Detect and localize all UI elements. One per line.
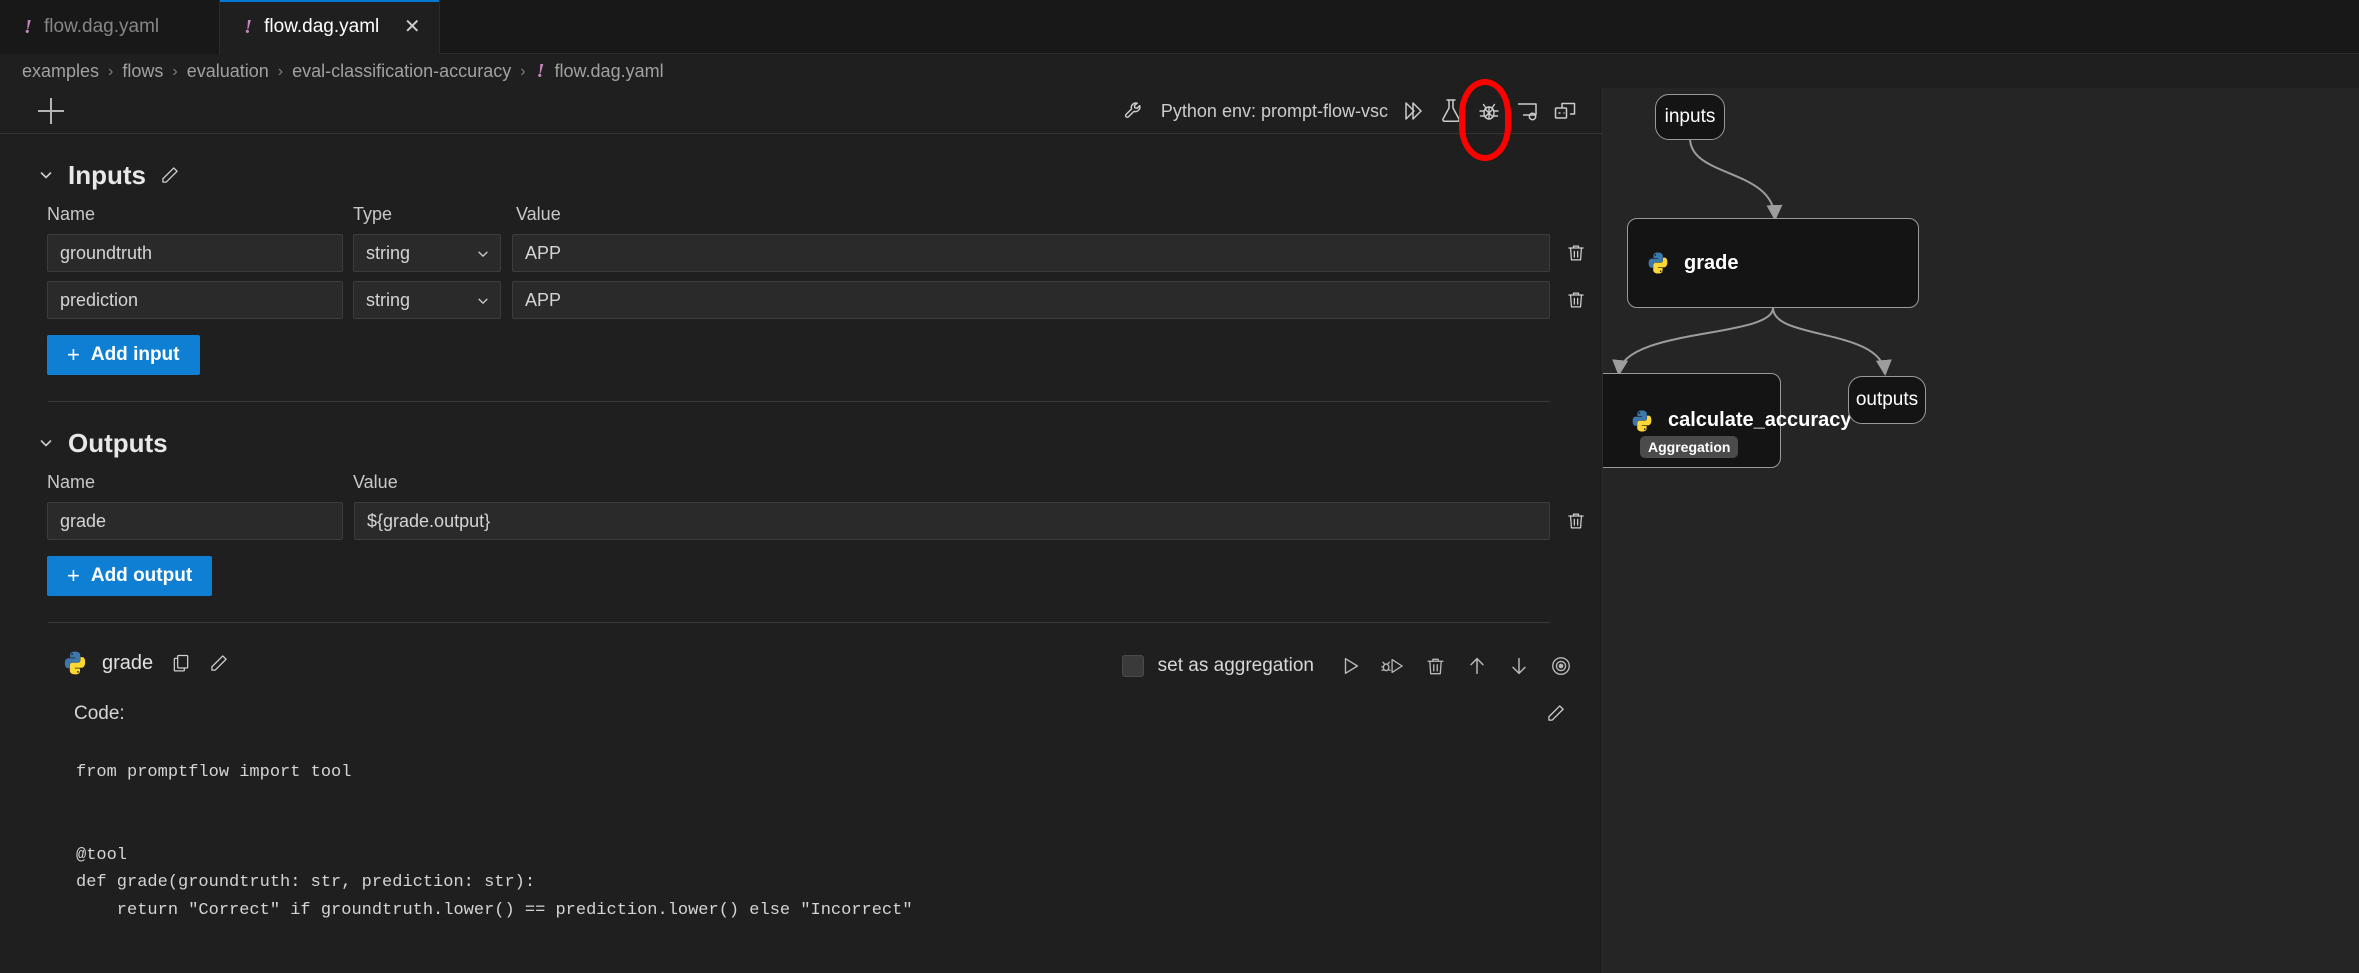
node-editor-header: grade set as aggregation — [0, 623, 1602, 677]
code-label: Code: — [74, 703, 125, 724]
output-name-field-grade[interactable] — [47, 502, 343, 540]
inputs-row: string — [0, 234, 1602, 272]
inputs-col-name: Name — [47, 204, 353, 225]
input-value-field-prediction[interactable] — [512, 281, 1550, 319]
graph-node-label: calculate_accuracy — [1668, 409, 1851, 432]
close-icon[interactable]: ✕ — [401, 17, 423, 37]
input-type-select-wrap-groundtruth: string — [353, 234, 501, 272]
plus-icon: + — [67, 565, 80, 587]
plus-icon: + — [67, 344, 80, 366]
flow-form-panel: Python env: prompt-flow-vsc — [0, 88, 1602, 973]
flow-graph-panel[interactable]: inputs grade calculate — [1602, 88, 2359, 973]
graph-node-inputs[interactable]: inputs — [1655, 94, 1725, 140]
trash-icon[interactable] — [1550, 243, 1602, 263]
inputs-column-headers: Name Type Value — [0, 204, 1602, 225]
pencil-icon[interactable] — [1546, 703, 1566, 729]
editor-tab-bar: ! flow.dag.yaml ✕ ! flow.dag.yaml ✕ — [0, 0, 2359, 54]
input-value-field-groundtruth[interactable] — [512, 234, 1550, 272]
set-as-aggregation-label: set as aggregation — [1158, 655, 1314, 677]
inputs-col-type: Type — [353, 204, 516, 225]
chevron-right-icon: › — [520, 63, 525, 81]
chevron-right-icon: › — [278, 63, 283, 81]
input-type-select-prediction[interactable]: string — [353, 281, 501, 319]
tab-label: flow.dag.yaml — [264, 16, 379, 38]
graph-node-calculate-accuracy[interactable]: calculate_accuracy Aggregation — [1602, 373, 1781, 468]
breadcrumb-item-eval-classification-accuracy[interactable]: eval-classification-accuracy — [292, 61, 511, 82]
flow-toolbar-actions: Python env: prompt-flow-vsc — [1115, 88, 1584, 134]
node-name-label: grade — [102, 652, 153, 675]
breadcrumb-item-evaluation[interactable]: evaluation — [187, 61, 269, 82]
run-all-icon[interactable] — [1394, 92, 1432, 130]
wrench-icon[interactable] — [1115, 92, 1153, 130]
input-name-field-prediction[interactable] — [47, 281, 343, 319]
node-code-block[interactable]: from promptflow import tool @tool def gr… — [76, 759, 1602, 924]
breadcrumb-item-file[interactable]: ! flow.dag.yaml — [535, 60, 664, 83]
breadcrumb: examples › flows › evaluation › eval-cla… — [0, 55, 2359, 88]
outputs-section: Outputs Name Value + Add output — [0, 402, 1602, 596]
flow-toolbar: Python env: prompt-flow-vsc — [0, 88, 1602, 134]
promptflow-visual-editor: ! flow.dag.yaml ✕ ! flow.dag.yaml ✕ exam… — [0, 0, 2359, 973]
graph-node-label: outputs — [1856, 389, 1918, 411]
trash-icon[interactable] — [1550, 511, 1602, 531]
aggregation-badge: Aggregation — [1640, 436, 1738, 458]
python-icon — [1646, 251, 1670, 275]
visual-editor-icon[interactable] — [1508, 92, 1546, 130]
outputs-title: Outputs — [68, 428, 168, 459]
yaml-warning-icon: ! — [242, 16, 254, 39]
output-value-field-grade[interactable] — [354, 502, 1550, 540]
trash-icon[interactable] — [1550, 290, 1602, 310]
input-type-select-groundtruth[interactable]: string — [353, 234, 501, 272]
outputs-section-header[interactable]: Outputs — [0, 402, 1602, 458]
pencil-icon[interactable] — [160, 165, 180, 185]
add-input-button[interactable]: + Add input — [47, 335, 200, 375]
editor-tab-flow-dag-yaml-2[interactable]: ! flow.dag.yaml ✕ — [220, 0, 440, 54]
add-output-button[interactable]: + Add output — [47, 556, 212, 596]
chevron-down-icon[interactable] — [38, 167, 54, 183]
inputs-title: Inputs — [68, 160, 146, 191]
chevron-right-icon: › — [172, 63, 177, 81]
python-icon — [62, 650, 88, 676]
inputs-section-header[interactable]: Inputs — [0, 134, 1602, 190]
flask-batch-run-icon[interactable] — [1432, 92, 1470, 130]
flow-graph-canvas[interactable]: inputs grade calculate — [1603, 88, 2359, 973]
outputs-col-value: Value — [353, 472, 1602, 493]
graph-node-label: inputs — [1665, 106, 1716, 128]
python-env-label[interactable]: Python env: prompt-flow-vsc — [1161, 101, 1388, 122]
add-input-label: Add input — [91, 344, 180, 366]
add-node-button[interactable] — [38, 98, 64, 124]
code-label-row: Code: — [0, 677, 1602, 725]
duplicate-icon[interactable] — [171, 653, 191, 673]
breadcrumb-item-flows[interactable]: flows — [122, 61, 163, 82]
outputs-column-headers: Name Value — [0, 472, 1602, 493]
bug-debug-icon[interactable] — [1470, 92, 1508, 130]
input-name-field-groundtruth[interactable] — [47, 234, 343, 272]
yaml-warning-icon: ! — [535, 60, 547, 83]
breadcrumb-file-label: flow.dag.yaml — [555, 61, 664, 82]
node-editor-section: grade set as aggregation — [0, 623, 1602, 924]
graph-node-label: grade — [1684, 252, 1738, 275]
chevron-down-icon[interactable] — [38, 435, 54, 451]
chevron-right-icon: › — [108, 63, 113, 81]
outputs-row — [0, 502, 1602, 540]
python-icon — [1630, 409, 1654, 433]
edge-grade-outputs — [1773, 308, 1885, 373]
graph-node-outputs[interactable]: outputs — [1848, 376, 1926, 424]
breadcrumb-item-examples[interactable]: examples — [22, 61, 99, 82]
editor-tab-flow-dag-yaml-1[interactable]: ! flow.dag.yaml ✕ — [0, 0, 220, 54]
edge-inputs-grade — [1690, 138, 1775, 218]
input-type-select-wrap-prediction: string — [353, 281, 501, 319]
add-output-label: Add output — [91, 565, 192, 587]
inputs-section: Inputs Name Type Value string — [0, 134, 1602, 375]
pencil-icon[interactable] — [209, 653, 229, 673]
inputs-col-value: Value — [516, 204, 1602, 225]
edge-grade-calculate-accuracy — [1619, 308, 1773, 373]
yaml-warning-icon: ! — [22, 16, 34, 39]
set-as-aggregation-checkbox[interactable] — [1122, 655, 1144, 677]
outputs-col-name: Name — [47, 472, 353, 493]
inputs-row: string — [0, 281, 1602, 319]
split-layout-icon[interactable] — [1546, 92, 1584, 130]
tab-label: flow.dag.yaml — [44, 16, 159, 38]
graph-node-grade[interactable]: grade — [1627, 218, 1919, 308]
